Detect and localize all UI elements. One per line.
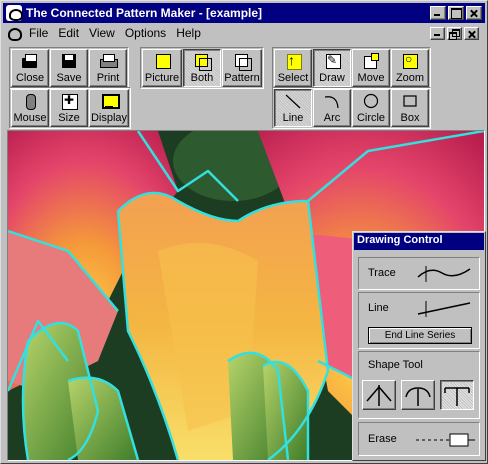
zoom-icon xyxy=(401,52,419,69)
close-button[interactable] xyxy=(466,6,482,20)
size-label: Size xyxy=(58,112,80,124)
view-toolbar: Picture Both Pattern xyxy=(140,47,264,89)
shape-t-button[interactable] xyxy=(401,380,435,410)
menu-edit[interactable]: Edit xyxy=(54,26,85,40)
menu-view[interactable]: View xyxy=(85,26,121,40)
menu-help[interactable]: Help xyxy=(172,26,207,40)
title-bar[interactable]: The Connected Pattern Maker - [example] xyxy=(3,3,485,23)
app-icon[interactable] xyxy=(6,5,23,21)
t-shape-icon xyxy=(405,387,431,406)
arc-label: Arc xyxy=(323,112,341,124)
display-button[interactable]: Display xyxy=(89,89,129,127)
doc-minimize-button[interactable] xyxy=(430,26,445,40)
erase-section[interactable]: Erase xyxy=(358,422,480,456)
line-section: Line End Line Series xyxy=(358,292,480,349)
floppy-disk-icon xyxy=(60,53,78,69)
size-icon xyxy=(60,93,78,110)
save-button[interactable]: Save xyxy=(50,49,88,87)
shape-t-bar-button[interactable] xyxy=(440,380,474,410)
both-label: Both xyxy=(190,72,214,84)
main-window: The Connected Pattern Maker - [example] … xyxy=(0,0,488,464)
pattern-label: Pattern xyxy=(224,72,260,84)
box-label: Box xyxy=(400,112,420,124)
draw-button[interactable]: Draw xyxy=(313,49,351,87)
menu-bar: File Edit View Options Help xyxy=(3,24,485,42)
printer-icon xyxy=(99,53,118,69)
display-label: Display xyxy=(90,112,128,124)
file-toolbar: Close Save Print xyxy=(9,47,129,89)
mouse-button[interactable]: Mouse xyxy=(11,89,49,127)
move-label: Move xyxy=(357,72,385,84)
display-icon xyxy=(100,93,120,109)
erase-label: Erase xyxy=(368,433,397,445)
select-label: Select xyxy=(277,72,309,84)
shape-arrow-button[interactable] xyxy=(362,380,396,410)
circle-button[interactable]: Circle xyxy=(352,89,390,127)
document-icon[interactable] xyxy=(7,26,22,41)
circle-icon xyxy=(363,93,379,109)
circle-label: Circle xyxy=(356,112,386,124)
shape-tool-label: Shape Tool xyxy=(368,359,423,371)
both-icon xyxy=(193,53,212,71)
arc-button[interactable]: Arc xyxy=(313,89,351,127)
arrow-up-shape-icon xyxy=(366,385,392,406)
menu-options[interactable]: Options xyxy=(121,26,172,40)
line-icon xyxy=(285,94,301,109)
maximize-button[interactable] xyxy=(448,6,464,20)
trace-section[interactable]: Trace xyxy=(358,257,480,290)
menu-file[interactable]: File xyxy=(25,26,54,40)
mode-toolbar: Select Draw Move Zoom xyxy=(272,47,431,89)
both-button[interactable]: Both xyxy=(183,49,221,87)
shape-toolbar: Line Arc Circle Box xyxy=(272,87,431,129)
size-button[interactable]: Size xyxy=(50,89,88,127)
close-file-button[interactable]: Close xyxy=(11,49,49,87)
draw-pen-icon xyxy=(323,53,341,69)
select-button[interactable]: Select xyxy=(274,49,312,87)
move-button[interactable]: Move xyxy=(352,49,390,87)
t-bar-shape-icon xyxy=(444,387,470,406)
mouse-icon xyxy=(21,93,39,110)
shape-tool-section: Shape Tool xyxy=(358,351,480,419)
line-tool-icon[interactable] xyxy=(414,299,472,319)
draw-label: Draw xyxy=(319,72,345,84)
picture-label: Picture xyxy=(144,72,180,84)
doc-restore-button[interactable] xyxy=(447,26,462,40)
end-line-series-button[interactable]: End Line Series xyxy=(368,327,472,344)
arc-icon xyxy=(324,96,339,109)
box-icon xyxy=(403,95,417,107)
select-arrow-icon xyxy=(284,52,302,70)
minimize-button[interactable] xyxy=(430,6,446,20)
folder-open-icon xyxy=(21,53,39,69)
zoom-button[interactable]: Zoom xyxy=(391,49,429,87)
zoom-label: Zoom xyxy=(395,72,425,84)
eraser-icon xyxy=(416,433,475,447)
drawing-control-title[interactable]: Drawing Control xyxy=(354,233,484,250)
line-tool-label: Line xyxy=(368,302,389,314)
pattern-icon xyxy=(233,53,252,71)
picture-icon xyxy=(153,53,171,69)
print-label: Print xyxy=(96,72,120,84)
picture-button[interactable]: Picture xyxy=(142,49,182,87)
print-button[interactable]: Print xyxy=(89,49,127,87)
line-button[interactable]: Line xyxy=(274,89,312,127)
window-title: The Connected Pattern Maker - [example] xyxy=(26,6,263,20)
save-label: Save xyxy=(56,72,82,84)
trace-label: Trace xyxy=(368,267,396,279)
pattern-button[interactable]: Pattern xyxy=(222,49,262,87)
move-icon xyxy=(362,53,380,69)
trace-curve-icon xyxy=(417,266,471,282)
mouse-label: Mouse xyxy=(13,112,47,124)
close-file-label: Close xyxy=(15,72,45,84)
doc-close-button[interactable] xyxy=(464,26,479,40)
settings-toolbar: Mouse Size Display xyxy=(9,87,131,129)
drawing-control-palette[interactable]: Drawing Control Trace Line End Line Seri… xyxy=(352,231,486,461)
box-button[interactable]: Box xyxy=(391,89,429,127)
line-label: Line xyxy=(282,112,304,124)
